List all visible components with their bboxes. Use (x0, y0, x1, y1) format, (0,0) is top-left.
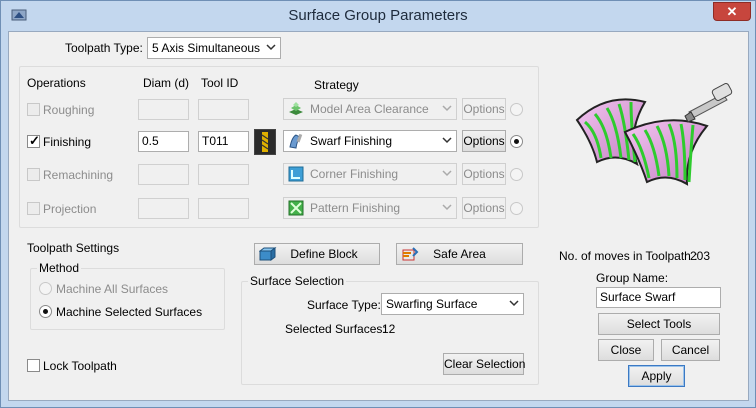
chevron-down-icon (442, 105, 452, 112)
roughing-tool-id-input[interactable] (198, 99, 249, 120)
pattern-finishing-icon (288, 200, 304, 216)
roughing-select-radio[interactable] (510, 103, 523, 116)
define-block-button[interactable]: Define Block (254, 243, 380, 265)
end-mill-tool-icon (261, 132, 269, 152)
moves-count: 203 (690, 249, 711, 263)
roughing-label: Roughing (43, 103, 95, 117)
roughing-strategy-select[interactable]: Model Area Clearance (283, 98, 457, 120)
remachining-label: Remachining (43, 168, 114, 182)
remachining-select-radio[interactable] (510, 168, 523, 181)
machine-selected-surfaces-label: Machine Selected Surfaces (56, 305, 203, 319)
remachining-strategy-value: Corner Finishing (310, 167, 399, 181)
group-name-label: Group Name: (596, 271, 669, 285)
close-button[interactable]: Close (598, 339, 654, 361)
toolpath-type-value: 5 Axis Simultaneous (152, 41, 261, 55)
safe-area-button[interactable]: Safe Area (396, 243, 523, 265)
finishing-diam-input[interactable]: 0.5 (138, 131, 189, 152)
chevron-down-icon (442, 170, 452, 177)
lock-toolpath-checkbox[interactable] (27, 359, 40, 372)
finishing-strategy-select[interactable]: Swarf Finishing (283, 130, 457, 152)
finishing-tool-id-input[interactable]: T011 (198, 131, 249, 152)
surface-type-value: Swarfing Surface (386, 297, 478, 311)
toolpath-type-select[interactable]: 5 Axis Simultaneous (147, 37, 281, 59)
roughing-diam-input[interactable] (138, 99, 189, 120)
window-close-button[interactable]: ✕ (713, 2, 751, 21)
remachining-options-button[interactable]: Options (462, 163, 506, 185)
strategy-header: Strategy (314, 78, 359, 92)
block-icon (259, 247, 277, 261)
roughing-strategy-value: Model Area Clearance (310, 102, 429, 116)
projection-strategy-value: Pattern Finishing (310, 201, 401, 215)
surface-selection-title: Surface Selection (248, 274, 347, 288)
apply-button[interactable]: Apply (628, 365, 685, 387)
tool-id-header: Tool ID (201, 76, 239, 90)
select-tools-button[interactable]: Select Tools (598, 313, 720, 335)
projection-tool-id-input[interactable] (198, 198, 249, 219)
projection-diam-input[interactable] (138, 198, 189, 219)
method-group (30, 268, 225, 330)
toolpath-type-label: Toolpath Type: (65, 41, 143, 55)
chevron-down-icon (442, 137, 452, 144)
cancel-button[interactable]: Cancel (661, 339, 720, 361)
projection-label: Projection (43, 202, 97, 216)
operations-header: Operations (27, 76, 86, 90)
projection-checkbox[interactable] (27, 202, 40, 215)
finishing-options-button[interactable]: Options (462, 130, 506, 152)
diam-header: Diam (d) (143, 76, 190, 90)
finishing-strategy-value: Swarf Finishing (310, 134, 393, 148)
tool-select-button[interactable] (254, 129, 276, 155)
machine-all-surfaces-label: Machine All Surfaces (56, 282, 169, 296)
method-title: Method (37, 261, 82, 275)
finishing-label: Finishing (43, 135, 92, 149)
swarf-finishing-icon (289, 133, 303, 149)
finishing-select-radio[interactable] (510, 135, 523, 148)
projection-select-radio[interactable] (510, 202, 523, 215)
finishing-checkbox[interactable]: ✓ (27, 133, 40, 148)
chevron-down-icon (509, 300, 519, 307)
remachining-strategy-select[interactable]: Corner Finishing (283, 163, 457, 185)
safe-area-icon (402, 247, 419, 261)
remachining-checkbox[interactable] (27, 168, 40, 181)
selected-surfaces-label: Selected Surfaces: (285, 322, 386, 336)
clear-selection-button[interactable]: Clear Selection (443, 353, 525, 375)
chevron-down-icon (442, 204, 452, 211)
define-block-label: Define Block (290, 247, 358, 261)
lock-toolpath-label: Lock Toolpath (43, 359, 117, 373)
moves-label: No. of moves in Toolpath : (559, 249, 698, 263)
safe-area-label: Safe Area (433, 247, 486, 261)
title-bar[interactable]: Surface Group Parameters ✕ (1, 1, 755, 31)
surface-type-select[interactable]: Swarfing Surface (381, 293, 524, 315)
chevron-down-icon (266, 44, 276, 51)
operations-group (19, 66, 539, 228)
projection-strategy-select[interactable]: Pattern Finishing (283, 197, 457, 219)
dialog-window: Surface Group Parameters ✕ Toolpath Type… (0, 0, 756, 408)
surface-type-label: Surface Type: (307, 298, 381, 312)
toolpath-settings-title: Toolpath Settings (27, 241, 120, 255)
window-title: Surface Group Parameters (288, 7, 468, 24)
machine-selected-surfaces-radio[interactable] (39, 305, 52, 318)
toolpath-preview-image (575, 83, 733, 186)
remachining-diam-input[interactable] (138, 164, 189, 185)
projection-options-button[interactable]: Options (462, 197, 506, 219)
dialog-body: Toolpath Type: 5 Axis Simultaneous Opera… (8, 31, 749, 401)
corner-finishing-icon (288, 166, 304, 182)
remachining-tool-id-input[interactable] (198, 164, 249, 185)
selected-surfaces-count: 12 (382, 322, 396, 336)
group-name-input[interactable]: Surface Swarf (596, 287, 721, 308)
roughing-checkbox[interactable] (27, 103, 40, 116)
machine-all-surfaces-radio[interactable] (39, 282, 52, 295)
model-area-clearance-icon (289, 102, 303, 115)
roughing-options-button[interactable]: Options (462, 98, 506, 120)
